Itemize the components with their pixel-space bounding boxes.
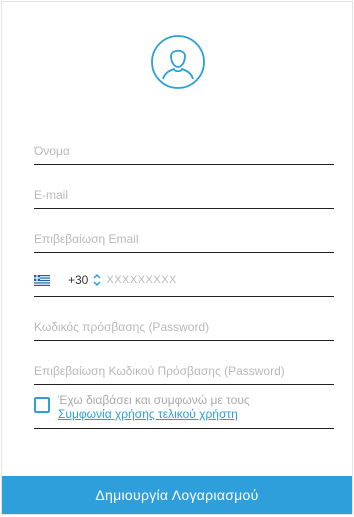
password-placeholder: Κωδικός πρόσβασης (Password) [34, 320, 210, 334]
password-confirm-field[interactable]: Επιβεβαίωση Κωδικού Πρόσβασης (Password) [34, 348, 334, 385]
agreement-row: Έχω διαβάσει και συμφωνώ με τους Συμφωνί… [34, 390, 334, 429]
email-field[interactable]: E-mail [34, 172, 334, 209]
email-confirm-placeholder: Επιβεβαίωση Email [34, 232, 139, 246]
signup-card: Όνομα E-mail Επιβεβαίωση Email +30 XXXXX… [1, 1, 353, 515]
agreement-text-block: Έχω διαβάσει και συμφωνώ με τους Συμφωνί… [58, 393, 250, 421]
greece-flag-icon[interactable] [34, 274, 50, 286]
terms-link[interactable]: Συμφωνία χρήσης τελικού χρήστη [58, 407, 250, 421]
phone-placeholder[interactable]: XXXXXXXXX [106, 274, 177, 286]
phone-row: +30 XXXXXXXXX [34, 270, 177, 290]
chevron-up-down-icon[interactable] [92, 273, 102, 287]
email-confirm-field[interactable]: Επιβεβαίωση Email [34, 216, 334, 253]
phone-field[interactable]: +30 XXXXXXXXX [34, 260, 334, 297]
name-placeholder: Όνομα [34, 144, 70, 158]
password-confirm-placeholder: Επιβεβαίωση Κωδικού Πρόσβασης (Password) [34, 364, 285, 378]
password-field[interactable]: Κωδικός πρόσβασης (Password) [34, 304, 334, 341]
name-field[interactable]: Όνομα [34, 128, 334, 165]
country-code[interactable]: +30 [68, 273, 88, 287]
agreement-text: Έχω διαβάσει και συμφωνώ με τους [58, 393, 250, 407]
user-avatar-icon [151, 35, 205, 89]
email-placeholder: E-mail [34, 188, 69, 202]
create-account-button[interactable]: Δημιουργία Λογαριασμού [2, 476, 352, 514]
agreement-checkbox[interactable] [34, 397, 50, 413]
